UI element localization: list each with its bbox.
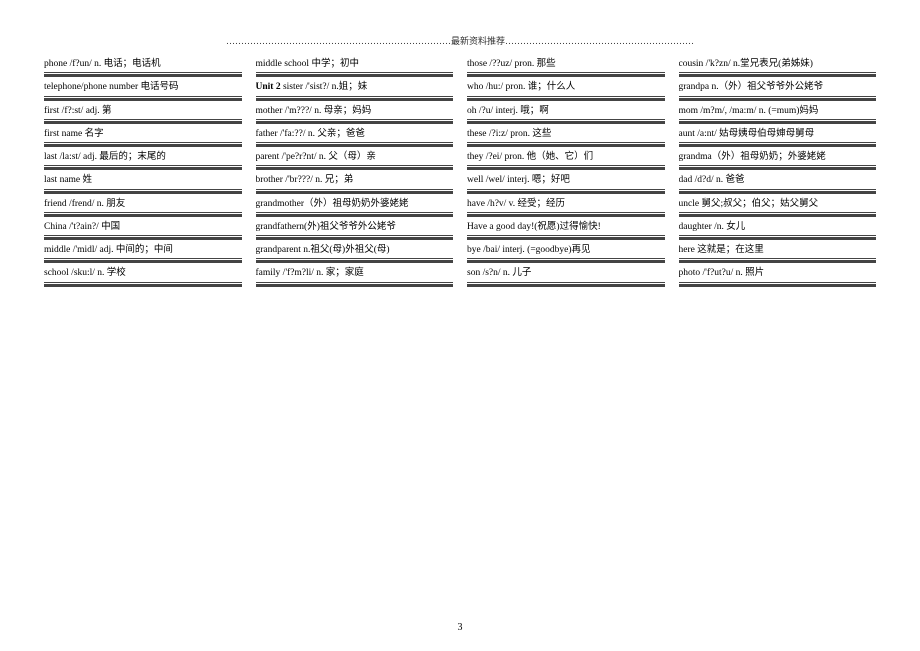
- vocab-text: daughter /n. 女儿: [679, 220, 877, 235]
- vocab-entry: mom /m?m/, /ma:m/ n. (=mum)妈妈: [679, 104, 877, 125]
- vocab-text: telephone/phone number 电话号码: [44, 80, 242, 95]
- vocab-text: son /s?n/ n. 儿子: [467, 266, 665, 281]
- vocab-text: grandmother（外）祖母奶奶外婆姥姥: [256, 197, 454, 212]
- vocab-text: who /hu:/ pron. 谁；什么人: [467, 80, 665, 95]
- vocab-text: those /??uz/ pron. 那些: [467, 57, 665, 72]
- vocab-entry: have /h?v/ v. 经受；经历: [467, 197, 665, 218]
- vocab-text: phone /f?un/ n. 电话；电话机: [44, 57, 242, 72]
- vocab-text: grandpa n.（外）祖父爷爷外公姥爷: [679, 80, 877, 95]
- vocab-entry: middle school 中学；初中: [256, 57, 454, 78]
- vocab-text: they /?ei/ pron. 他（她、它）们: [467, 150, 665, 165]
- vocab-entry: Unit 2 sister /'sist?/ n.姐；妹: [256, 80, 454, 101]
- vocab-entry: telephone/phone number 电话号码: [44, 80, 242, 101]
- column-4: cousin /'k?zn/ n.堂兄表兄(弟姊妹) grandpa n.（外）祖…: [679, 57, 877, 290]
- vocab-text: last name 姓: [44, 173, 242, 188]
- vocab-text: family /'f?m?li/ n. 家；家庭: [256, 266, 454, 281]
- vocab-entry: Have a good day!(祝愿)过得愉快!: [467, 220, 665, 241]
- vocab-text: these /?i:z/ pron. 这些: [467, 127, 665, 142]
- vocab-entry: daughter /n. 女儿: [679, 220, 877, 241]
- vocab-entry: China /'t?ain?/ 中国: [44, 220, 242, 241]
- vocab-entry: first /f?:st/ adj. 第: [44, 104, 242, 125]
- vocab-text: father /'fa:??/ n. 父亲；爸爸: [256, 127, 454, 142]
- vocab-entry: grandparent n.祖父(母)外祖父(母): [256, 243, 454, 264]
- vocab-entry: parent /'pe?r?nt/ n. 父（母）亲: [256, 150, 454, 171]
- vocab-entry: family /'f?m?li/ n. 家；家庭: [256, 266, 454, 287]
- vocab-entry: oh /?u/ interj. 哦；啊: [467, 104, 665, 125]
- vocabulary-columns: phone /f?un/ n. 电话；电话机 telephone/phone nu…: [44, 57, 876, 290]
- vocab-text: friend /frend/ n. 朋友: [44, 197, 242, 212]
- vocab-entry: school /sku:l/ n. 学校: [44, 266, 242, 287]
- vocab-entry: dad /d?d/ n. 爸爸: [679, 173, 877, 194]
- column-3: those /??uz/ pron. 那些 who /hu:/ pron. 谁；什…: [467, 57, 665, 290]
- vocab-entry: cousin /'k?zn/ n.堂兄表兄(弟姊妹): [679, 57, 877, 78]
- vocab-entry: last /la:st/ adj. 最后的；末尾的: [44, 150, 242, 171]
- vocab-entry: mother /'m???/ n. 母亲；妈妈: [256, 104, 454, 125]
- vocab-text: mom /m?m/, /ma:m/ n. (=mum)妈妈: [679, 104, 877, 119]
- vocab-text: China /'t?ain?/ 中国: [44, 220, 242, 235]
- column-1: phone /f?un/ n. 电话；电话机 telephone/phone nu…: [44, 57, 242, 290]
- vocab-entry: photo /'f?ut?u/ n. 照片: [679, 266, 877, 287]
- vocab-text: middle school 中学；初中: [256, 57, 454, 72]
- vocab-entry: grandmother（外）祖母奶奶外婆姥姥: [256, 197, 454, 218]
- vocab-entry: first name 名字: [44, 127, 242, 148]
- vocab-entry: father /'fa:??/ n. 父亲；爸爸: [256, 127, 454, 148]
- vocab-entry: well /wel/ interj. 嗯；好吧: [467, 173, 665, 194]
- vocab-text: grandma（外）祖母奶奶；外婆姥姥: [679, 150, 877, 165]
- vocab-text: uncle 舅父;叔父；伯父；姑父舅父: [679, 197, 877, 212]
- vocab-text: brother /'br???/ n. 兄；弟: [256, 173, 454, 188]
- vocab-entry: aunt /a:nt/ 姑母姨母伯母婶母舅母: [679, 127, 877, 148]
- page-number: 3: [0, 622, 920, 633]
- vocab-text: last /la:st/ adj. 最后的；末尾的: [44, 150, 242, 165]
- vocab-text: first /f?:st/ adj. 第: [44, 104, 242, 119]
- column-2: middle school 中学；初中 Unit 2 sister /'sist?…: [256, 57, 454, 290]
- page-header: …………………………………………………………………最新资料推荐…………………………: [44, 34, 876, 47]
- vocab-entry: last name 姓: [44, 173, 242, 194]
- vocab-text: school /sku:l/ n. 学校: [44, 266, 242, 281]
- vocab-text: first name 名字: [44, 127, 242, 142]
- vocab-text: have /h?v/ v. 经受；经历: [467, 197, 665, 212]
- vocab-entry: here 这就是；在这里: [679, 243, 877, 264]
- vocab-entry: who /hu:/ pron. 谁；什么人: [467, 80, 665, 101]
- vocab-entry: these /?i:z/ pron. 这些: [467, 127, 665, 148]
- vocab-entry: friend /frend/ n. 朋友: [44, 197, 242, 218]
- vocab-entry: bye /bai/ interj. (=goodbye)再见: [467, 243, 665, 264]
- vocab-text: aunt /a:nt/ 姑母姨母伯母婶母舅母: [679, 127, 877, 142]
- vocab-entry: grandma（外）祖母奶奶；外婆姥姥: [679, 150, 877, 171]
- vocab-text: bye /bai/ interj. (=goodbye)再见: [467, 243, 665, 258]
- vocab-text: photo /'f?ut?u/ n. 照片: [679, 266, 877, 281]
- vocab-entry: phone /f?un/ n. 电话；电话机: [44, 57, 242, 78]
- vocab-entry: they /?ei/ pron. 他（她、它）们: [467, 150, 665, 171]
- vocab-text: cousin /'k?zn/ n.堂兄表兄(弟姊妹): [679, 57, 877, 72]
- vocab-text: parent /'pe?r?nt/ n. 父（母）亲: [256, 150, 454, 165]
- vocab-entry: brother /'br???/ n. 兄；弟: [256, 173, 454, 194]
- vocab-entry: middle /'midl/ adj. 中间的；中间: [44, 243, 242, 264]
- vocab-text: Unit 2 sister /'sist?/ n.姐；妹: [256, 80, 454, 95]
- vocab-entry: uncle 舅父;叔父；伯父；姑父舅父: [679, 197, 877, 218]
- vocab-text: oh /?u/ interj. 哦；啊: [467, 104, 665, 119]
- vocab-text: mother /'m???/ n. 母亲；妈妈: [256, 104, 454, 119]
- vocab-text: dad /d?d/ n. 爸爸: [679, 173, 877, 188]
- vocab-text: grandfathern(外)祖父爷爷外公姥爷: [256, 220, 454, 235]
- vocab-text: middle /'midl/ adj. 中间的；中间: [44, 243, 242, 258]
- vocab-entry: son /s?n/ n. 儿子: [467, 266, 665, 287]
- vocab-text: Have a good day!(祝愿)过得愉快!: [467, 220, 665, 235]
- vocab-text: well /wel/ interj. 嗯；好吧: [467, 173, 665, 188]
- vocab-entry: those /??uz/ pron. 那些: [467, 57, 665, 78]
- vocab-entry: grandfathern(外)祖父爷爷外公姥爷: [256, 220, 454, 241]
- vocab-text: here 这就是；在这里: [679, 243, 877, 258]
- vocab-entry: grandpa n.（外）祖父爷爷外公姥爷: [679, 80, 877, 101]
- vocab-text: grandparent n.祖父(母)外祖父(母): [256, 243, 454, 258]
